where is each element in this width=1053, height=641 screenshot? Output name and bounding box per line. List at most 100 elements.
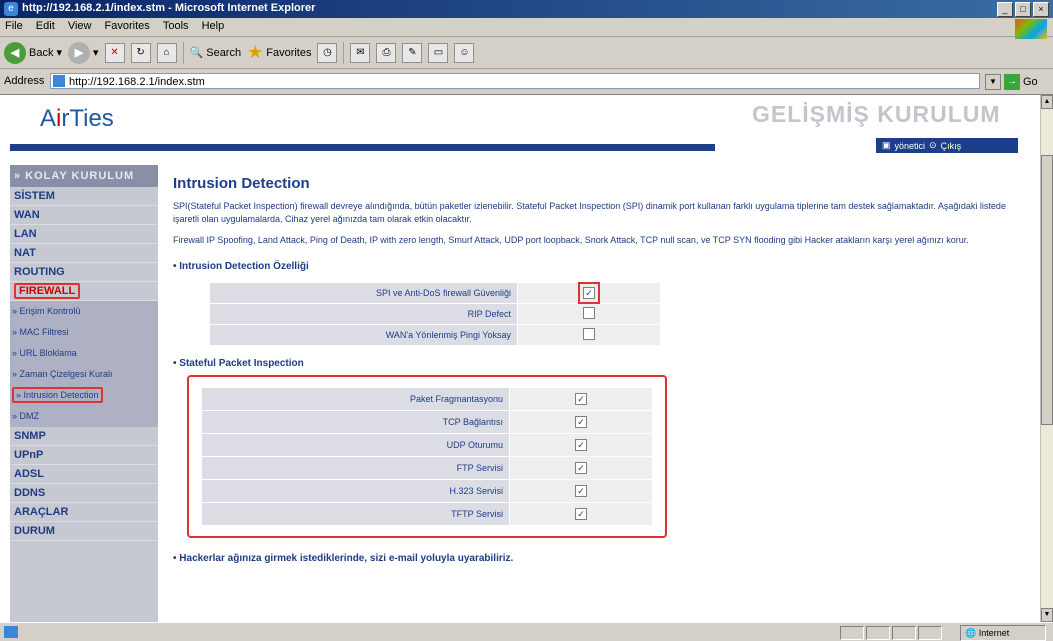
- main-panel: Intrusion Detection SPI(Stateful Packet …: [173, 165, 1033, 564]
- header-divider: [10, 144, 715, 151]
- mail-icon[interactable]: ✉: [350, 42, 371, 63]
- go-button[interactable]: → Go: [1004, 73, 1048, 91]
- menu-file[interactable]: File: [0, 18, 28, 34]
- sidebar-item-wan[interactable]: WAN: [10, 206, 158, 225]
- history-icon[interactable]: ◷: [317, 42, 338, 63]
- menu-favorites[interactable]: Favorites: [100, 18, 155, 34]
- ie-icon: e: [4, 2, 18, 16]
- row-label: WAN'a Yönlenmiş Pingi Yoksay: [209, 324, 518, 346]
- table-row: RIP Defect: [209, 303, 661, 325]
- forward-arrow-icon: ▶: [68, 41, 90, 64]
- zone-label: Internet: [978, 628, 1010, 638]
- sidebar-item-upnp[interactable]: UPnP: [10, 446, 158, 465]
- close-button[interactable]: ×: [1033, 2, 1049, 17]
- sidebar-item-adsl[interactable]: ADSL: [10, 465, 158, 484]
- back-arrow-icon: ◀: [4, 41, 26, 64]
- description-spi: SPI(Stateful Packet Inspection) firewall…: [173, 201, 1006, 224]
- row-label: UDP Oturumu: [201, 433, 510, 457]
- tcp-connection-checkbox[interactable]: ✓: [575, 416, 587, 428]
- messenger-icon[interactable]: ☺: [454, 42, 475, 63]
- maximize-button[interactable]: □: [1015, 2, 1031, 17]
- scroll-down-icon[interactable]: ▼: [1041, 608, 1053, 622]
- row-label: Paket Fragmantasyonu: [201, 387, 510, 411]
- back-label: Back: [29, 46, 54, 59]
- sidebar-sub-url-bloklama[interactable]: » URL Bloklama: [10, 343, 158, 364]
- section-intrusion-detection: • Intrusion Detection Özelliği: [173, 261, 309, 272]
- menu-bar: File Edit View Favorites Tools Help: [0, 18, 1053, 39]
- chevron-down-icon: ▾: [93, 47, 99, 59]
- page-title: Intrusion Detection: [173, 175, 310, 192]
- sidebar-sub-erisim-kontrolu[interactable]: » Erişim Kontrolü: [10, 301, 158, 322]
- menu-edit[interactable]: Edit: [31, 18, 60, 34]
- table-row: TFTP Servisi ✓: [201, 502, 653, 526]
- menu-tools[interactable]: Tools: [158, 18, 194, 34]
- exit-icon: ⊙: [929, 140, 937, 150]
- sidebar-sub-zaman-cizelgesi[interactable]: » Zaman Çizelgesi Kuralı: [10, 364, 158, 385]
- edit-icon[interactable]: ✎: [402, 42, 423, 63]
- vertical-scrollbar[interactable]: ▲ ▼: [1040, 95, 1053, 622]
- sidebar-item-nat[interactable]: NAT: [10, 244, 158, 263]
- sidebar-item-sistem[interactable]: SİSTEM: [10, 187, 158, 206]
- scroll-thumb[interactable]: [1041, 155, 1053, 425]
- airties-logo: AirTies: [40, 105, 114, 132]
- user-name: yönetici: [894, 140, 926, 151]
- favorites-label: Favorites: [266, 46, 312, 59]
- address-bar: Address http://192.168.2.1/index.stm ▼ →…: [0, 70, 1053, 95]
- home-icon[interactable]: ⌂: [156, 42, 177, 63]
- menu-view[interactable]: View: [63, 18, 97, 34]
- row-label: SPI ve Anti-DoS firewall Güvenliği: [209, 282, 518, 304]
- status-segments: [840, 626, 942, 640]
- back-button[interactable]: ◀ Back ▾: [4, 41, 62, 64]
- section-stateful-packet-inspection: • Stateful Packet Inspection: [173, 358, 304, 369]
- row-label: FTP Servisi: [201, 456, 510, 480]
- sidebar-item-durum[interactable]: DURUM: [10, 522, 158, 541]
- sidebar-sub-mac-filtresi[interactable]: » MAC Filtresi: [10, 322, 158, 343]
- menu-help[interactable]: Help: [197, 18, 230, 34]
- rip-defect-checkbox[interactable]: [583, 307, 595, 319]
- stop-icon[interactable]: ✕: [104, 42, 125, 63]
- sidebar-item-araclar[interactable]: ARAÇLAR: [10, 503, 158, 522]
- favorites-button[interactable]: ★ Favorites: [247, 42, 311, 63]
- sidebar-item-firewall[interactable]: FIREWALL: [10, 282, 158, 301]
- search-label: Search: [206, 46, 242, 59]
- address-input[interactable]: http://192.168.2.1/index.stm: [50, 73, 980, 89]
- sidebar-item-routing[interactable]: ROUTING: [10, 263, 158, 282]
- toolbar-separator: [343, 41, 345, 64]
- search-button[interactable]: 🔍 Search: [190, 46, 242, 60]
- go-arrow-icon: →: [1004, 74, 1020, 90]
- address-dropdown-chevron-icon[interactable]: ▼: [985, 74, 1001, 90]
- sidebar-item-kolay-kurulum[interactable]: » KOLAY KURULUM: [10, 165, 158, 187]
- page-header-title: GELİŞMİŞ KURULUM: [752, 101, 1001, 127]
- print-icon[interactable]: ⎙: [376, 42, 397, 63]
- sidebar-sub-intrusion-detection[interactable]: » Intrusion Detection: [10, 385, 158, 406]
- folder-icon[interactable]: ▭: [428, 42, 449, 63]
- spi-highlight-box: Paket Fragmantasyonu ✓ TCP Bağlantısı ✓ …: [187, 375, 667, 538]
- ignore-wan-ping-checkbox[interactable]: [583, 328, 595, 340]
- sidebar-item-lan[interactable]: LAN: [10, 225, 158, 244]
- table-row: FTP Servisi ✓: [201, 456, 653, 480]
- sidebar-nav: » KOLAY KURULUM SİSTEM WAN LAN NAT ROUTI…: [10, 165, 158, 622]
- scroll-up-icon[interactable]: ▲: [1041, 95, 1053, 109]
- sidebar-item-snmp[interactable]: SNMP: [10, 427, 158, 446]
- toolbar: ◀ Back ▾ ▶ ▾ ✕ ↻ ⌂ 🔍 Search ★ Favorites …: [0, 37, 1053, 69]
- user-icon: ▣: [882, 140, 891, 150]
- toolbar-separator: [182, 41, 184, 64]
- spi-table: Paket Fragmantasyonu ✓ TCP Bağlantısı ✓ …: [201, 387, 653, 526]
- tftp-service-checkbox[interactable]: ✓: [575, 508, 587, 520]
- forward-button[interactable]: ▶ ▾: [68, 41, 99, 64]
- spi-anti-dos-checkbox[interactable]: ✓: [578, 282, 600, 304]
- ftp-service-checkbox[interactable]: ✓: [575, 462, 587, 474]
- address-url: http://192.168.2.1/index.stm: [69, 76, 205, 88]
- sidebar-item-ddns[interactable]: DDNS: [10, 484, 158, 503]
- h323-service-checkbox[interactable]: ✓: [575, 485, 587, 497]
- exit-link[interactable]: Çıkış: [941, 141, 962, 151]
- page-icon: [53, 75, 65, 87]
- status-bar: 🌐 Internet: [0, 622, 1053, 641]
- packet-fragmentation-checkbox[interactable]: ✓: [575, 393, 587, 405]
- sidebar-sub-dmz[interactable]: » DMZ: [10, 406, 158, 427]
- chevron-down-icon: ▾: [56, 47, 62, 59]
- udp-session-checkbox[interactable]: ✓: [575, 439, 587, 451]
- refresh-icon[interactable]: ↻: [130, 42, 151, 63]
- minimize-button[interactable]: _: [997, 2, 1013, 17]
- page-content: AirTies GELİŞMİŞ KURULUM ▣ yönetici ⊙ Çı…: [0, 95, 1040, 622]
